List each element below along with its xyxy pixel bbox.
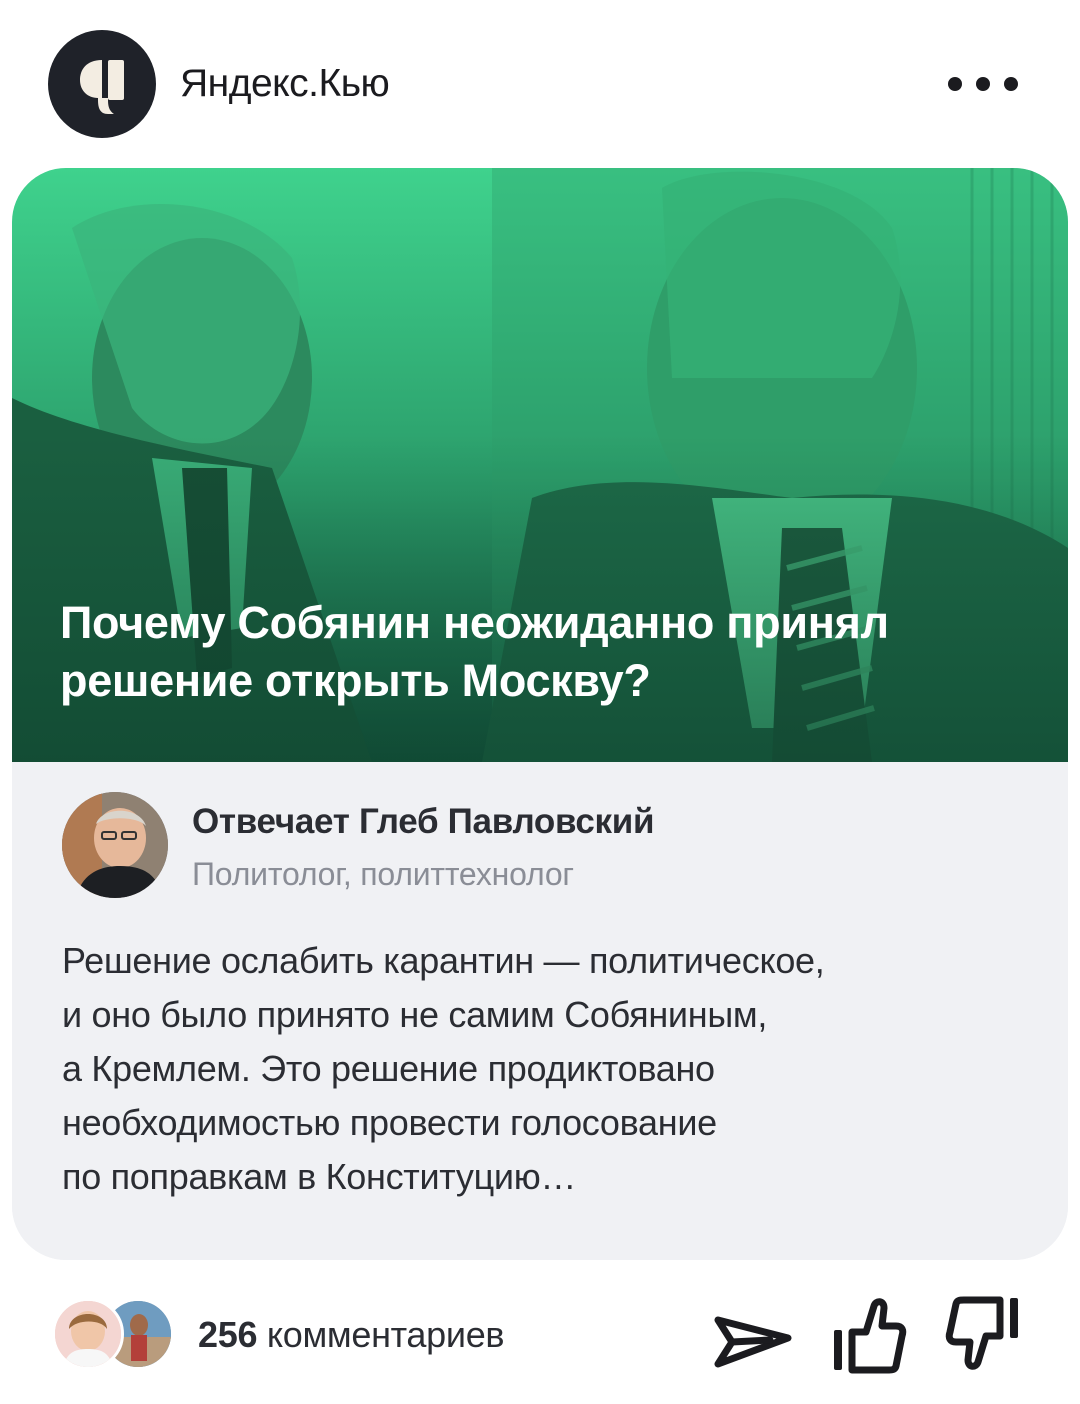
comments-link[interactable]: 256 комментариев [198, 1314, 505, 1356]
answer-block[interactable]: Отвечает Глеб Павловский Политолог, поли… [12, 762, 1068, 1260]
brand-name[interactable]: Яндекс.Кью [180, 62, 390, 106]
like-icon[interactable] [826, 1292, 916, 1382]
more-dots-icon[interactable] [948, 64, 1018, 104]
post-card[interactable]: Почему Собянин неожиданно принял решение… [12, 168, 1068, 1260]
app-header: Яндекс.Кью [0, 0, 1080, 168]
question-cover-image: Почему Собянин неожиданно принял решение… [12, 168, 1068, 762]
comments-count: 256 [198, 1314, 258, 1355]
q-logo-icon[interactable] [48, 30, 156, 138]
answer-excerpt[interactable]: Решение ослабить карантин — политическое… [62, 934, 1022, 1204]
author-role: Политолог, политтехнолог [192, 856, 574, 892]
dislike-icon[interactable] [940, 1292, 1030, 1382]
author-name[interactable]: Отвечает Глеб Павловский [192, 802, 654, 842]
author-avatar[interactable] [62, 792, 168, 898]
comments-label: комментариев [266, 1314, 505, 1355]
share-icon[interactable] [710, 1292, 800, 1382]
commenter-avatar [52, 1298, 124, 1370]
post-footer: 256 комментариев [0, 1280, 1080, 1390]
question-title[interactable]: Почему Собянин неожиданно принял решение… [60, 594, 1000, 710]
